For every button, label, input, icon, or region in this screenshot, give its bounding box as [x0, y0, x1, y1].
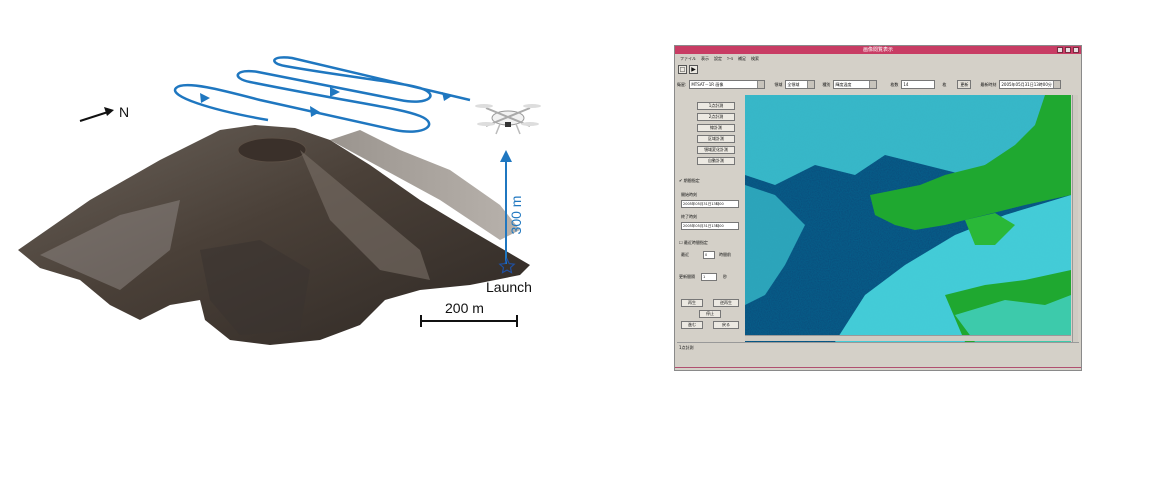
one-point-measure-button[interactable]: 1点計測: [697, 102, 735, 110]
flight-path: [173, 56, 471, 133]
end-time-field[interactable]: 2005年05月31日13時00: [681, 222, 739, 230]
chevron-down-icon: [757, 81, 765, 88]
title-bar: 画像閲覧表示: [675, 46, 1081, 54]
recent-label: 最近: [681, 252, 689, 257]
source-label: 衛星:: [677, 81, 687, 87]
toolbar: □ ▶: [678, 65, 698, 74]
count-input[interactable]: 14: [901, 80, 936, 89]
forward-button[interactable]: 進む: [681, 321, 703, 329]
play-icon[interactable]: ▶: [689, 65, 698, 74]
count-unit: 枚: [942, 81, 947, 87]
drone-icon: [475, 104, 541, 135]
menu-tools[interactable]: ﾂｰﾙ: [727, 55, 733, 63]
crater: [237, 137, 307, 163]
chevron-down-icon: [869, 81, 877, 88]
menu-file[interactable]: ファイル: [680, 55, 696, 63]
end-label: 終了時刻: [681, 214, 697, 219]
window-bottom-border: [675, 367, 1081, 368]
region-change-measure-button[interactable]: 領域変化計測: [697, 146, 735, 154]
parameter-row: 衛星: MTSAT－1R 画像 領域 全領域 種別 輝度温度 枚数 14 枚 更…: [677, 79, 1079, 90]
auto-measure-button[interactable]: 自動計測: [697, 157, 735, 165]
horizontal-scrollbar[interactable]: [745, 335, 1071, 341]
scale-bar: [420, 315, 518, 327]
update-button[interactable]: 更新: [957, 80, 972, 89]
control-panel: 1点計測 2点計測 線計測 区域計測 領域変化計測 自動計測 ✔ 期間指定 開始…: [677, 94, 743, 346]
type-label: 種別: [822, 81, 831, 87]
volcano-flight-figure: 300 m Launch N 200 m: [18, 56, 541, 345]
chevron-down-icon: [1053, 81, 1061, 88]
type-select[interactable]: 輝度温度: [833, 80, 878, 89]
interval-unit: 秒: [723, 274, 727, 279]
source-select[interactable]: MTSAT－1R 画像: [689, 80, 766, 89]
new-icon[interactable]: □: [678, 65, 687, 74]
latest-time-select[interactable]: 2005年05月31日13時00分: [999, 80, 1062, 89]
start-label: 開始時刻: [681, 192, 697, 197]
menu-settings[interactable]: 設定: [714, 55, 722, 63]
app-window: 画像閲覧表示 ファイル 表示 設定 ﾂｰﾙ 補足 検索 □ ▶ 衛星: MTSA…: [674, 45, 1082, 371]
close-button[interactable]: [1073, 47, 1079, 53]
menu-search[interactable]: 検索: [751, 55, 759, 63]
scale-label: 200 m: [445, 300, 484, 316]
menu-bar: ファイル 表示 設定 ﾂｰﾙ 補足 検索: [675, 55, 1081, 63]
area-measure-button[interactable]: 区域計測: [697, 135, 735, 143]
play-button[interactable]: 再生: [681, 299, 703, 307]
reverse-play-button[interactable]: 逆再生: [713, 299, 739, 307]
region-label: 領域: [774, 81, 783, 87]
maximize-button[interactable]: [1065, 47, 1071, 53]
recent-checkbox[interactable]: ☐ 最近時間指定: [679, 240, 708, 246]
recent-hours-field[interactable]: 0: [703, 251, 715, 259]
north-arrow-icon: [79, 107, 114, 122]
window-controls: [1057, 47, 1079, 53]
vertical-scrollbar[interactable]: [1072, 95, 1078, 342]
north-label: N: [119, 104, 129, 120]
altitude-label: 300 m: [508, 196, 524, 235]
minimize-button[interactable]: [1057, 47, 1063, 53]
interval-field[interactable]: 1: [701, 273, 717, 281]
chevron-down-icon: [807, 81, 815, 88]
start-time-field[interactable]: 2005年05月31日13時00: [681, 200, 739, 208]
period-checkbox[interactable]: ✔ 期間指定: [679, 178, 700, 184]
count-label: 枚数: [890, 81, 899, 87]
recent-unit: 時間前: [719, 252, 731, 257]
status-text: 1点計測: [679, 345, 694, 350]
latest-label: 最新時刻: [980, 81, 997, 87]
window-title: 画像閲覧表示: [862, 47, 893, 53]
back-button[interactable]: 戻る: [713, 321, 739, 329]
menu-view[interactable]: 表示: [701, 55, 709, 63]
satellite-image-view[interactable]: [745, 95, 1071, 342]
launch-label: Launch: [486, 279, 532, 295]
two-point-measure-button[interactable]: 2点計測: [697, 113, 735, 121]
status-bar: 1点計測: [677, 342, 1079, 353]
interval-label: 更新間隔: [679, 274, 695, 279]
stop-button[interactable]: 停止: [699, 310, 721, 318]
line-measure-button[interactable]: 線計測: [697, 124, 735, 132]
menu-supplement[interactable]: 補足: [738, 55, 746, 63]
region-select[interactable]: 全領域: [785, 80, 816, 89]
